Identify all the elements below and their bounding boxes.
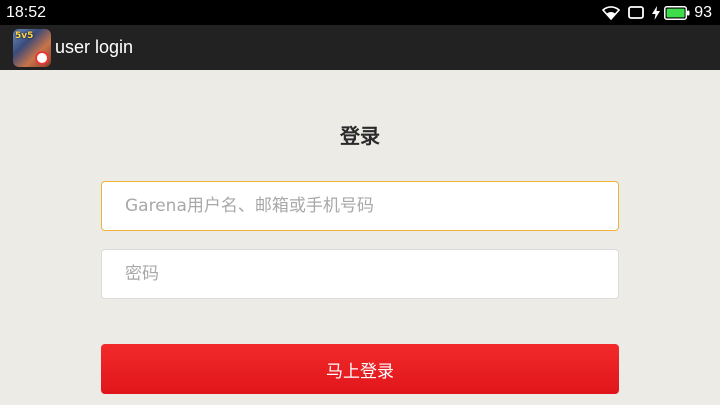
app-title: user login [55,37,134,57]
app-badge-icon [35,50,49,65]
battery-indicator: 93 [652,4,712,22]
screen-icon [628,6,645,19]
app-logo-text: 5v5 [15,30,34,41]
app-bar: 5v5 user login [0,25,720,70]
password-input[interactable] [101,249,619,299]
username-input[interactable] [101,181,619,231]
login-button[interactable]: 马上登录 [101,344,619,394]
status-icons: 93 [602,4,712,22]
charging-icon [652,5,661,20]
login-form: 登录 马上登录 [0,70,720,405]
status-time: 18:52 [6,3,47,21]
login-heading: 登录 [340,124,380,148]
status-bar: 18:52 93 [0,0,720,25]
wifi-icon [602,5,621,20]
battery-level: 93 [694,3,712,21]
battery-icon [664,5,690,20]
app-logo-icon[interactable]: 5v5 [13,28,51,67]
